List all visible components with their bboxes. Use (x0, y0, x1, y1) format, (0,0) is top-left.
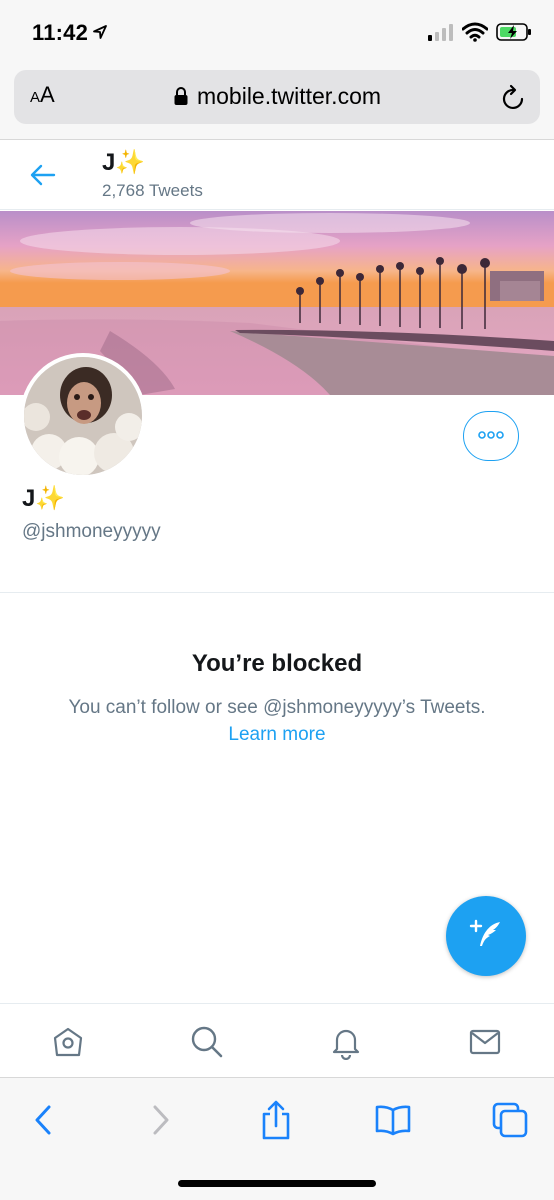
location-arrow-icon (92, 24, 108, 45)
header-display-name: J✨ (102, 149, 146, 176)
profile-handle: @jshmoneyyyyy (22, 521, 161, 542)
forward-icon[interactable] (138, 1098, 182, 1142)
battery-charging-icon (496, 22, 532, 47)
profile-avatar[interactable] (20, 353, 146, 479)
notifications-bell-icon[interactable] (326, 1022, 366, 1062)
home-icon[interactable] (48, 1022, 88, 1062)
compose-feather-icon (466, 914, 506, 959)
tabs-icon[interactable] (488, 1098, 532, 1142)
twitter-tab-bar (0, 1003, 554, 1077)
blocked-message: You can’t follow or see @jshmoneyyyyy’s … (68, 697, 486, 718)
back-arrow-icon[interactable] (30, 164, 56, 191)
profile-display-name: J✨ (22, 485, 66, 512)
browser-address-area: AA mobile.twitter.com (0, 62, 554, 140)
reload-icon[interactable] (500, 83, 526, 116)
url-display[interactable]: mobile.twitter.com (14, 83, 540, 112)
divider (0, 592, 554, 593)
url-text: mobile.twitter.com (196, 83, 382, 109)
status-bar: 11:42 (0, 0, 554, 62)
bookmarks-icon[interactable] (371, 1098, 415, 1142)
back-icon[interactable] (22, 1098, 66, 1142)
home-indicator[interactable] (178, 1180, 376, 1187)
learn-more-link[interactable]: Learn more (0, 724, 554, 746)
wifi-icon (461, 22, 489, 47)
compose-tweet-button[interactable] (446, 896, 526, 976)
lock-icon (173, 85, 189, 112)
header-tweet-count: 2,768 Tweets (102, 181, 203, 200)
share-icon[interactable] (254, 1098, 298, 1142)
more-dots-icon (478, 427, 504, 445)
profile-header-bar: J✨ 2,768 Tweets (0, 140, 554, 210)
status-time: 11:42 (32, 20, 89, 45)
cellular-signal-icon (428, 23, 454, 46)
messages-envelope-icon[interactable] (465, 1022, 505, 1062)
more-options-button[interactable] (463, 411, 519, 461)
address-bar[interactable]: AA mobile.twitter.com (14, 70, 540, 124)
status-indicators (428, 22, 532, 47)
blocked-title: You’re blocked (191, 650, 363, 677)
search-icon[interactable] (187, 1022, 227, 1062)
